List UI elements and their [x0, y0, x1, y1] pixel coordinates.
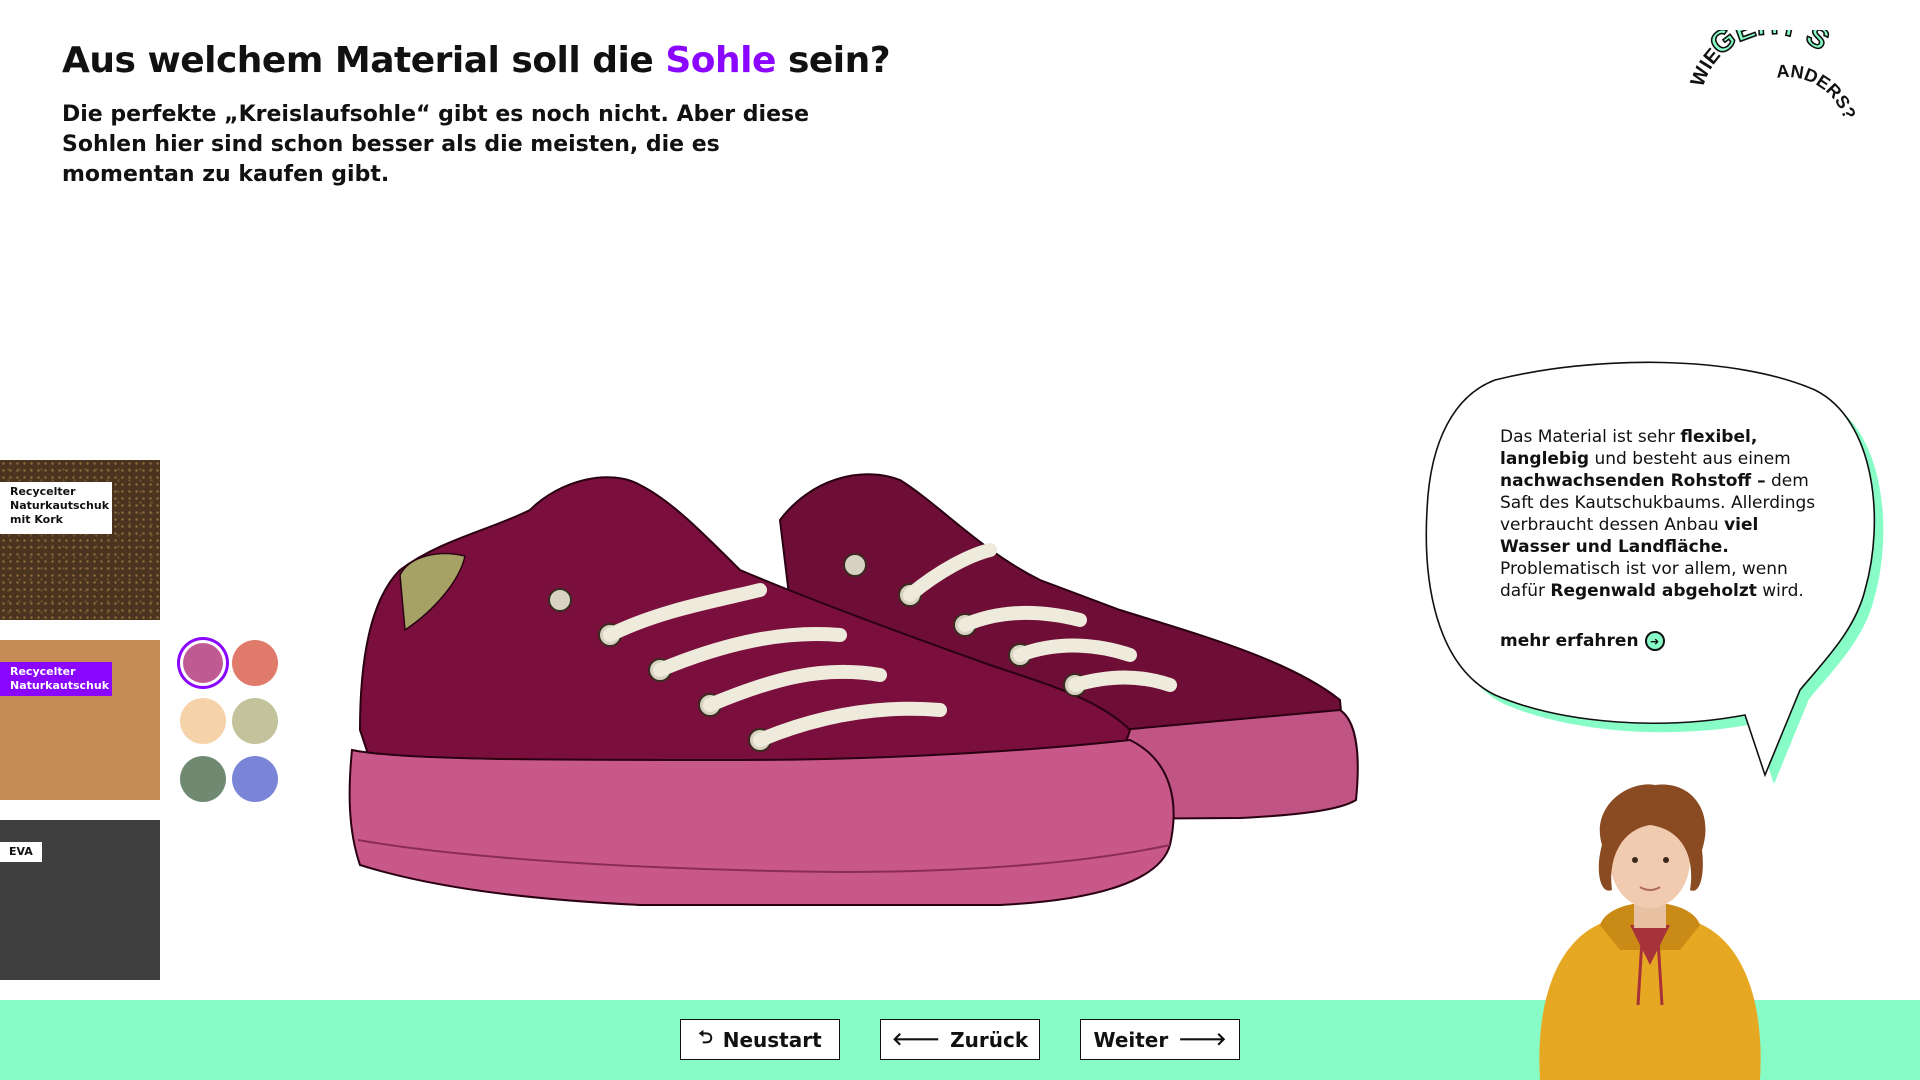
eyelet: [843, 553, 867, 577]
arrow-left-icon: 🡐: [891, 1029, 941, 1050]
color-swatch-pink[interactable]: [183, 643, 223, 683]
lace: [1068, 670, 1177, 692]
title-text: Aus welchem Material soll die: [62, 40, 654, 81]
arrow-right-icon: ➜: [1644, 631, 1665, 651]
logo-anders: ANDERS?: [1776, 61, 1860, 122]
next-button[interactable]: Weiter 🡒: [1080, 1019, 1240, 1060]
description-text: und besteht aus einem: [1589, 449, 1791, 469]
eyelet: [548, 588, 572, 612]
arrow-right-icon: 🡒: [1178, 1029, 1227, 1050]
title-accent: Sohle: [665, 40, 776, 81]
color-swatch-sage[interactable]: [232, 698, 278, 744]
more-info-label: mehr erfahren: [1500, 631, 1639, 651]
material-label: Recycelter Naturkautschuk: [0, 662, 112, 696]
shoe-preview: [348, 473, 1359, 906]
guide-avatar: [1539, 784, 1761, 1080]
material-card-eva[interactable]: EVA: [0, 820, 160, 980]
page-subtitle: Die perfekte „Kreislaufsohle“ gibt es no…: [62, 102, 810, 187]
color-swatch-peach[interactable]: [180, 698, 226, 744]
svg-text:ANDERS?: ANDERS?: [1776, 61, 1860, 122]
shoe-front-sole: [348, 738, 1175, 906]
back-label: Zurück: [950, 1027, 1029, 1052]
next-label: Weiter: [1093, 1027, 1169, 1052]
color-swatch-coral[interactable]: [232, 640, 278, 686]
more-info-link[interactable]: mehr erfahren ➜: [1500, 631, 1665, 651]
material-card-naturkautschuk[interactable]: Recycelter Naturkautschuk: [0, 640, 160, 800]
color-swatch-blue[interactable]: [232, 756, 278, 802]
svg-text:GEHT'S: GEHT'S: [1704, 30, 1835, 62]
description-text: wird.: [1756, 581, 1804, 601]
description-bold: Regenwald abgeholzt: [1550, 581, 1757, 601]
material-label: EVA: [0, 842, 42, 862]
logo-gehts: GEHT'S: [1703, 30, 1836, 62]
description-bold: nachwachsenden Rohstoff –: [1500, 471, 1766, 491]
restart-button[interactable]: ⮌ Neustart: [680, 1019, 840, 1060]
material-card-kork[interactable]: Recycelter Naturkautschuk mit Kork: [0, 460, 160, 620]
description-text: Das Material ist sehr: [1500, 427, 1681, 447]
page-title: Aus welchem Material soll die Sohle sein…: [62, 40, 891, 81]
back-button[interactable]: 🡐 Zurück: [880, 1019, 1040, 1060]
restart-label: Neustart: [722, 1027, 822, 1052]
logo: WIE GEHT'S ANDERS?: [1687, 30, 1860, 122]
restart-icon: ⮌: [698, 1026, 713, 1048]
material-description: Das Material ist sehr flexibel, langlebi…: [1500, 426, 1830, 602]
material-label: Recycelter Naturkautschuk mit Kork: [0, 482, 112, 534]
color-swatch-green[interactable]: [180, 756, 226, 802]
title-end: sein?: [787, 40, 891, 81]
